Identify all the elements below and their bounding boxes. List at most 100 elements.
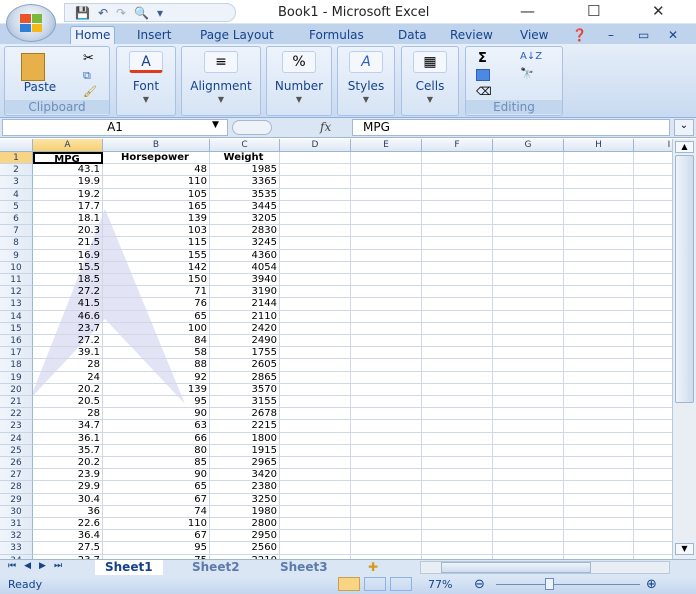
format-painter-icon[interactable]: 🖌	[83, 85, 97, 98]
data-cell[interactable]: 4054	[210, 261, 280, 274]
empty-cell[interactable]	[564, 188, 634, 201]
sheet-tab-sheet2[interactable]: Sheet2	[182, 560, 250, 575]
empty-cell[interactable]	[493, 310, 564, 323]
save-icon[interactable]: 💾	[75, 6, 90, 20]
data-cell[interactable]: 2215	[210, 420, 280, 433]
empty-cell[interactable]	[351, 164, 422, 177]
number-group[interactable]: % Number ▼	[266, 46, 332, 116]
paste-icon[interactable]	[21, 53, 45, 81]
data-cell[interactable]: 39.1	[33, 347, 103, 360]
row-header[interactable]: 22	[0, 408, 33, 421]
empty-cell[interactable]	[280, 249, 351, 262]
empty-cell[interactable]	[351, 322, 422, 335]
empty-cell[interactable]	[422, 530, 493, 543]
data-cell[interactable]: 115	[103, 237, 210, 250]
empty-cell[interactable]	[493, 505, 564, 518]
data-cell[interactable]: 2144	[210, 298, 280, 311]
row-header[interactable]: 21	[0, 396, 33, 409]
data-cell[interactable]: 90	[103, 469, 210, 482]
fill-icon[interactable]	[476, 69, 490, 81]
empty-cell[interactable]	[493, 408, 564, 421]
empty-cell[interactable]	[564, 237, 634, 250]
empty-cell[interactable]	[634, 286, 672, 299]
empty-cell[interactable]	[422, 176, 493, 189]
empty-cell[interactable]	[422, 493, 493, 506]
row-header[interactable]: 33	[0, 542, 33, 555]
empty-cell[interactable]	[280, 347, 351, 360]
empty-cell[interactable]	[351, 261, 422, 274]
empty-cell[interactable]	[422, 188, 493, 201]
row-header[interactable]: 1	[0, 152, 33, 165]
empty-cell[interactable]	[351, 518, 422, 531]
empty-cell[interactable]	[351, 383, 422, 396]
column-header-c[interactable]: C	[210, 139, 280, 152]
row-header[interactable]: 18	[0, 359, 33, 372]
data-cell[interactable]: 2678	[210, 408, 280, 421]
data-cell[interactable]: 2110	[210, 310, 280, 323]
data-cell[interactable]: 46.6	[33, 310, 103, 323]
empty-cell[interactable]	[493, 420, 564, 433]
zoom-out-button[interactable]: ⊖	[474, 577, 485, 592]
data-cell[interactable]: 20.3	[33, 225, 103, 238]
empty-cell[interactable]	[493, 213, 564, 226]
empty-cell[interactable]	[634, 335, 672, 348]
data-cell[interactable]: 2950	[210, 530, 280, 543]
empty-cell[interactable]	[280, 383, 351, 396]
empty-cell[interactable]	[564, 213, 634, 226]
empty-cell[interactable]	[634, 542, 672, 555]
data-cell[interactable]: 110	[103, 518, 210, 531]
empty-cell[interactable]	[493, 457, 564, 470]
data-cell[interactable]: 165	[103, 200, 210, 213]
data-cell[interactable]: 95	[103, 396, 210, 409]
empty-cell[interactable]	[422, 274, 493, 287]
minimize-button[interactable]: —	[520, 2, 535, 20]
empty-cell[interactable]	[351, 359, 422, 372]
column-header-g[interactable]: G	[493, 139, 564, 152]
empty-cell[interactable]	[351, 310, 422, 323]
empty-cell[interactable]	[351, 371, 422, 384]
vertical-scrollbar[interactable]: ▲ ▼	[672, 139, 696, 559]
empty-cell[interactable]	[351, 274, 422, 287]
empty-cell[interactable]	[564, 310, 634, 323]
data-cell[interactable]: 36.4	[33, 530, 103, 543]
data-cell[interactable]: 67	[103, 530, 210, 543]
empty-cell[interactable]	[351, 493, 422, 506]
empty-cell[interactable]	[422, 164, 493, 177]
cells-group[interactable]: ▦ Cells ▼	[401, 46, 459, 116]
data-cell[interactable]: 142	[103, 261, 210, 274]
data-cell[interactable]: 66	[103, 432, 210, 445]
empty-cell[interactable]	[564, 176, 634, 189]
empty-cell[interactable]	[634, 225, 672, 238]
empty-cell[interactable]	[351, 298, 422, 311]
empty-cell[interactable]	[351, 481, 422, 494]
row-header[interactable]: 31	[0, 518, 33, 531]
empty-cell[interactable]	[280, 152, 351, 165]
empty-cell[interactable]	[564, 225, 634, 238]
sheet-navigation-buttons[interactable]: ⏮◀▶⏭	[8, 561, 70, 571]
data-cell[interactable]: 27.2	[33, 335, 103, 348]
empty-cell[interactable]	[564, 371, 634, 384]
row-header[interactable]: 15	[0, 322, 33, 335]
data-cell[interactable]: 63	[103, 420, 210, 433]
empty-cell[interactable]	[634, 189, 672, 201]
data-cell[interactable]: 105	[103, 188, 210, 201]
office-button[interactable]	[6, 4, 56, 42]
empty-cell[interactable]	[280, 164, 351, 177]
data-cell[interactable]: 41.5	[33, 298, 103, 311]
empty-cell[interactable]	[351, 469, 422, 482]
empty-cell[interactable]	[493, 481, 564, 494]
empty-cell[interactable]	[634, 481, 672, 494]
row-header[interactable]: 19	[0, 371, 33, 384]
help-icon[interactable]: ❓	[572, 26, 587, 44]
empty-cell[interactable]	[493, 249, 564, 262]
data-cell[interactable]: 88	[103, 359, 210, 372]
empty-cell[interactable]	[634, 176, 672, 189]
data-cell[interactable]: 1755	[210, 347, 280, 360]
empty-cell[interactable]	[422, 396, 493, 409]
horizontal-scroll-thumb[interactable]	[441, 562, 591, 573]
row-header[interactable]: 13	[0, 298, 33, 311]
data-cell[interactable]: 103	[103, 225, 210, 238]
empty-cell[interactable]	[634, 359, 672, 372]
empty-cell[interactable]	[351, 420, 422, 433]
empty-cell[interactable]	[280, 469, 351, 482]
